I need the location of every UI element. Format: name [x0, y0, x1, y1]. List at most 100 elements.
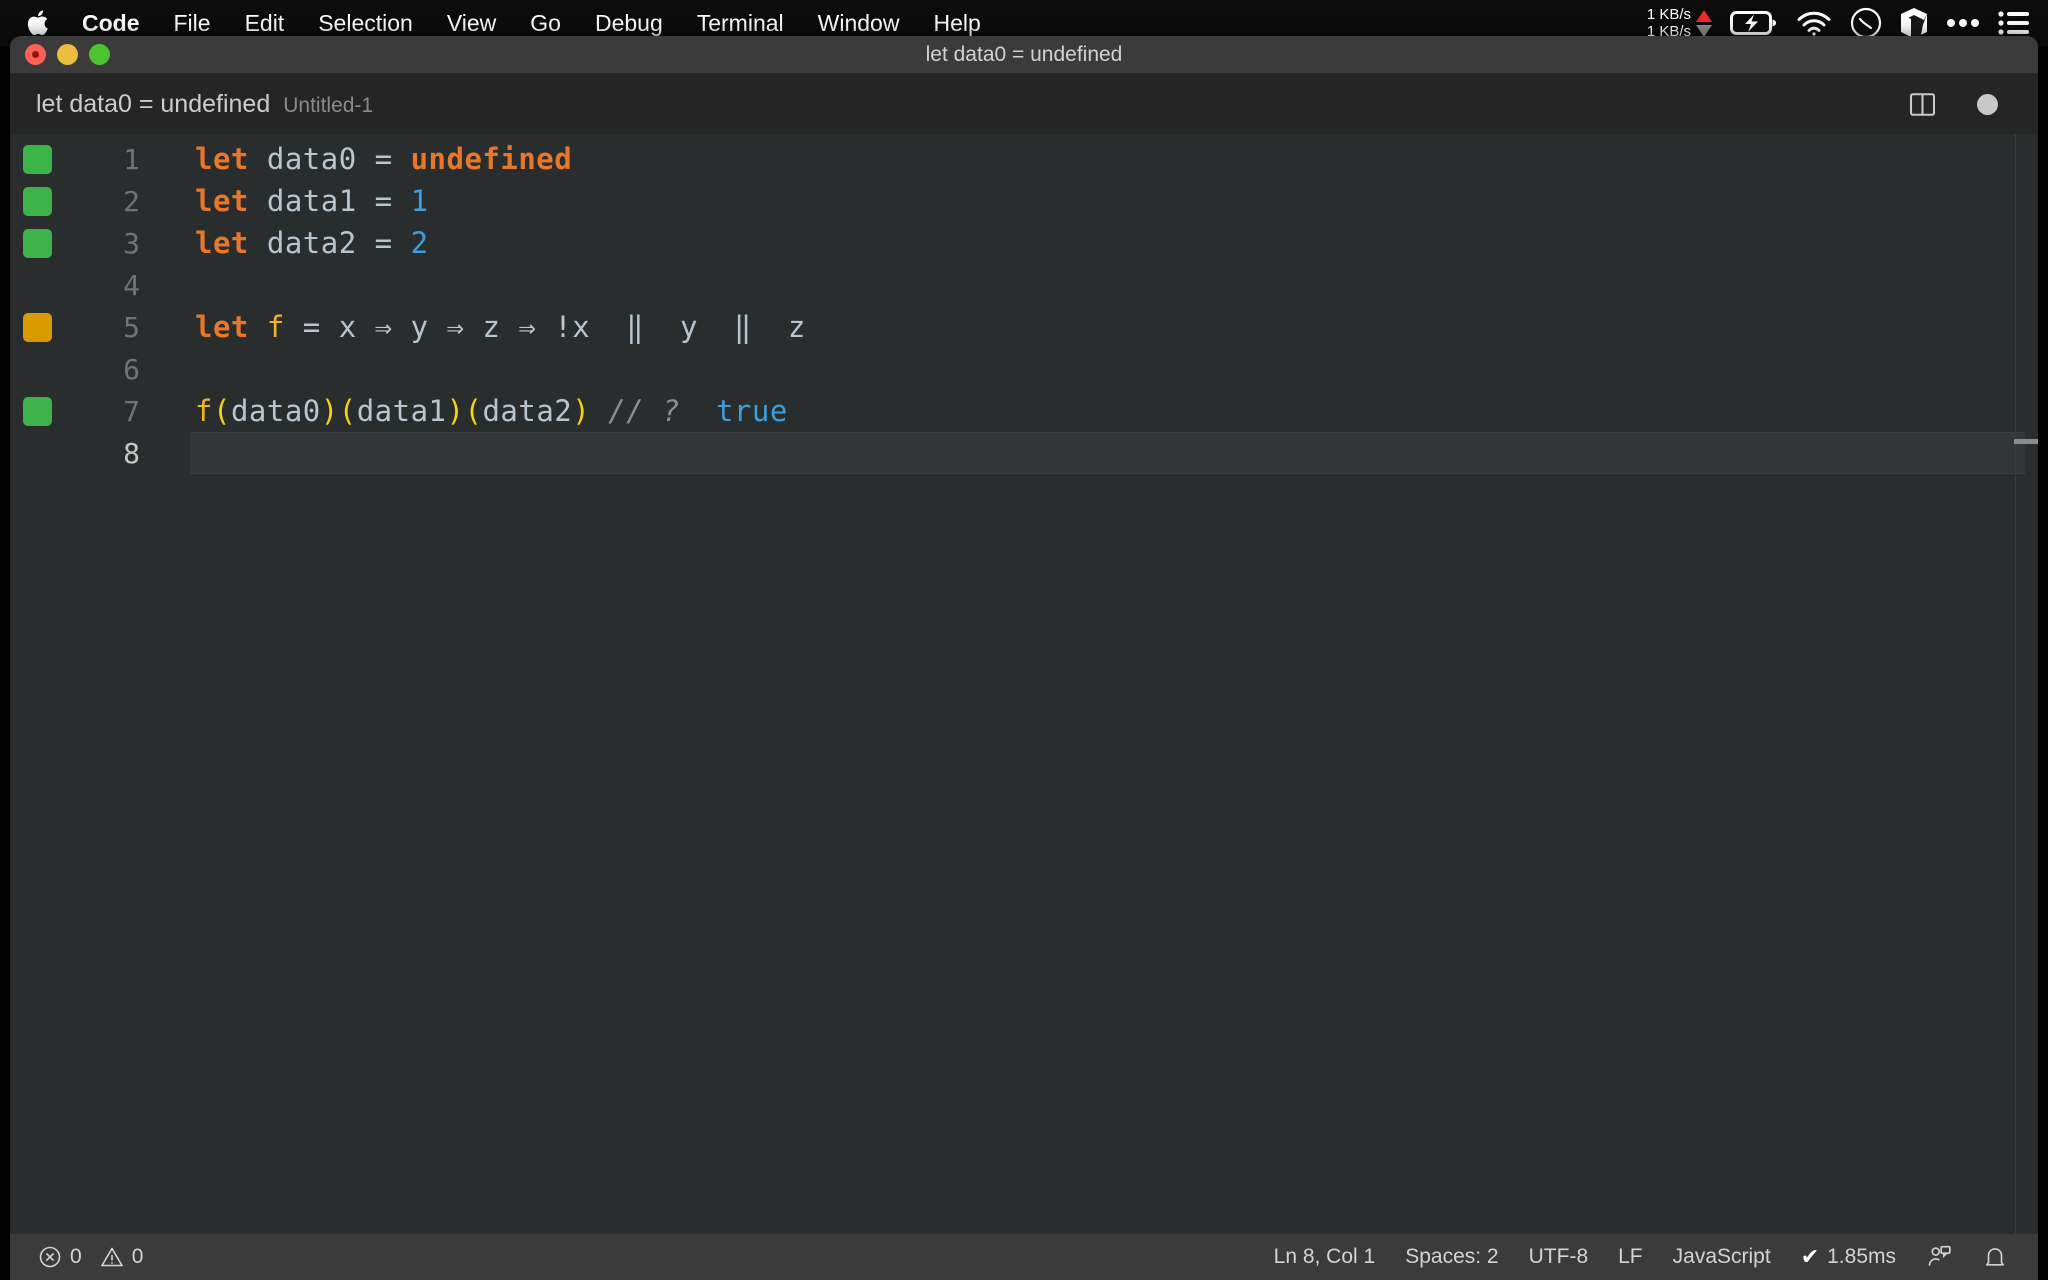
quokka-status[interactable]: ✔ 1.85ms [1801, 1244, 1896, 1270]
token-op [357, 142, 375, 176]
token-fname: f [266, 310, 285, 344]
token-op: ⇒ [428, 310, 483, 344]
code-line[interactable]: 6 [10, 348, 2038, 390]
close-button[interactable] [25, 44, 46, 65]
token-var: data1 [266, 184, 357, 218]
status-bar: 0 0 Ln 8, Col 1 Spaces: 2 UTF-8 LF JavaS… [10, 1234, 2038, 1280]
warning-count: 0 [131, 1245, 144, 1268]
token-op [249, 226, 267, 260]
error-count: 0 [70, 1245, 82, 1268]
token-op [249, 184, 267, 218]
token-fname: f [195, 394, 213, 428]
scrollbar-marker[interactable] [2014, 439, 2038, 444]
token-paren: ( [464, 394, 483, 428]
bell-icon[interactable] [1982, 1244, 2008, 1270]
line-content: let data2 = 2 [195, 226, 429, 260]
upload-arrow-icon [1696, 9, 1712, 22]
token-op [357, 226, 375, 260]
cube-icon[interactable] [1900, 7, 1928, 39]
active-line-highlight [190, 432, 2025, 474]
vscode-window: let data0 = undefined let data0 = undefi… [10, 36, 2038, 1280]
token-kw: let [195, 226, 249, 260]
battery-charging-icon[interactable] [1730, 10, 1778, 36]
language-mode-status[interactable]: JavaScript [1673, 1245, 1771, 1269]
control-center-icon[interactable] [1998, 10, 2030, 36]
token-var: data0 [266, 142, 357, 176]
minimize-button[interactable] [57, 44, 78, 65]
wifi-icon[interactable] [1796, 10, 1832, 36]
code-line[interactable]: 5 let f = x ⇒ y ⇒ z ⇒ !x ‖ y ‖ z [10, 306, 2038, 348]
token-paren: ) [572, 394, 591, 428]
token-op [590, 394, 608, 428]
token-var: !x [554, 310, 591, 344]
encoding-status[interactable]: UTF-8 [1529, 1245, 1589, 1269]
line-number: 1 [123, 142, 140, 176]
siri-icon[interactable] [1850, 7, 1882, 39]
token-op: = [374, 184, 393, 218]
code-line[interactable]: 2 let data1 = 1 [10, 180, 2038, 222]
eol-status[interactable]: LF [1618, 1245, 1643, 1269]
status-bar-right: Ln 8, Col 1 Spaces: 2 UTF-8 LF JavaScrip… [1274, 1244, 2038, 1270]
line-content: let data1 = 1 [195, 184, 429, 218]
window-title: let data0 = undefined [925, 42, 1123, 66]
token-var: data1 [356, 394, 447, 428]
cursor-position-status[interactable]: Ln 8, Col 1 [1274, 1245, 1376, 1269]
code-line[interactable]: 3 let data2 = 2 [10, 222, 2038, 264]
zoom-button[interactable] [89, 44, 110, 65]
token-comment: // ? [608, 394, 681, 428]
line-content: let data0 = undefined [195, 142, 572, 176]
token-op: ‖ [698, 310, 788, 344]
token-op: = [284, 310, 339, 344]
token-op [680, 394, 716, 428]
token-val: true [715, 394, 788, 428]
editor-right-rule [2015, 134, 2016, 1244]
screen: Code File Edit Selection View Go Debug T… [0, 0, 2048, 1280]
problems-status[interactable]: 0 0 [38, 1245, 143, 1269]
token-op [249, 310, 267, 344]
token-var: z [787, 310, 806, 344]
code-line[interactable]: 4 [10, 264, 2038, 306]
window-titlebar: let data0 = undefined [10, 36, 2038, 74]
editor-header-actions [1908, 90, 2016, 119]
code-line[interactable]: 7 f(data0)(data1)(data2) // ? true [10, 390, 2038, 432]
token-num: 1 [410, 184, 429, 218]
token-var: data2 [482, 394, 573, 428]
code-editor[interactable]: 1 let data0 = undefined 2 let data1 = 1 3 let… [10, 134, 2038, 1244]
token-paren: ) [320, 394, 339, 428]
line-number: 3 [123, 226, 140, 260]
line-content: f(data0)(data1)(data2) // ? true [195, 394, 788, 428]
token-op: ⇒ [500, 310, 555, 344]
token-paren: ) [446, 394, 465, 428]
download-arrow-icon [1696, 24, 1712, 37]
line-number: 7 [123, 394, 140, 428]
breadcrumb[interactable]: let data0 = undefined Untitled-1 [36, 90, 373, 119]
token-paren: ( [212, 394, 231, 428]
token-var: data0 [230, 394, 321, 428]
token-var: data2 [266, 226, 357, 260]
editor-header: let data0 = undefined Untitled-1 [10, 74, 2038, 134]
feedback-person-icon[interactable] [1926, 1244, 1952, 1270]
token-op: ⇒ [356, 310, 411, 344]
line-number: 6 [123, 352, 140, 386]
ellipsis-icon[interactable] [1946, 17, 1980, 29]
traffic-lights [25, 44, 110, 65]
breadcrumb-file-name: Untitled-1 [283, 93, 374, 117]
token-op [249, 142, 267, 176]
token-op: ‖ [590, 310, 681, 344]
token-var: y [410, 310, 429, 344]
unsaved-changes-dot-icon[interactable] [1977, 93, 1998, 115]
code-lines: 1 let data0 = undefined 2 let data1 = 1 3 let… [10, 134, 2038, 474]
token-op: = [374, 226, 393, 260]
line-number: 8 [123, 436, 140, 470]
token-var: z [482, 310, 501, 344]
token-op [393, 226, 411, 260]
split-editor-icon[interactable] [1908, 90, 1937, 119]
check-icon: ✔ [1800, 1244, 1820, 1269]
code-line[interactable]: 8 [10, 432, 2038, 474]
token-kw: let [195, 142, 249, 176]
token-var: x [338, 310, 357, 344]
indentation-status[interactable]: Spaces: 2 [1405, 1245, 1498, 1269]
warning-triangle-icon [100, 1245, 124, 1269]
line-content: let f = x ⇒ y ⇒ z ⇒ !x ‖ y ‖ z [195, 310, 806, 344]
code-line[interactable]: 1 let data0 = undefined [10, 138, 2038, 180]
